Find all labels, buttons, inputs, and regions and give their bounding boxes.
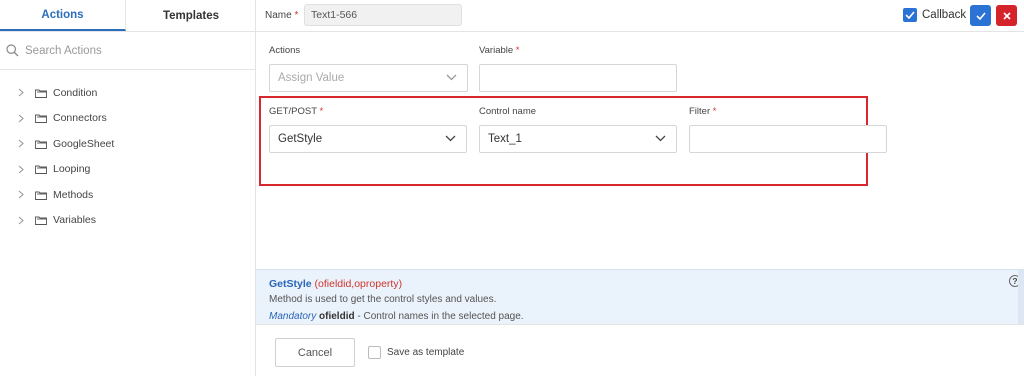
mandatory-param: ofieldid (319, 311, 355, 322)
close-icon (1002, 11, 1011, 20)
save-as-template-checkbox[interactable] (368, 346, 381, 359)
actions-select[interactable]: Assign Value (269, 64, 468, 92)
callback-checkbox[interactable] (903, 8, 917, 22)
chevron-right-icon[interactable] (18, 165, 28, 174)
mandatory-label: Mandatory (269, 311, 317, 322)
chevron-right-icon[interactable] (18, 114, 28, 123)
tree-item-variables[interactable]: Variables (0, 208, 255, 234)
help-panel: GetStyle (ofieldid,oproperty) Method is … (256, 269, 1024, 325)
get-post-label: GET/POST * (269, 106, 324, 117)
chevron-right-icon[interactable] (18, 216, 28, 225)
variable-label: Variable * (479, 45, 520, 56)
name-label: Name * (265, 10, 299, 21)
help-description: Method is used to get the control styles… (269, 294, 497, 305)
checkmark-icon (905, 11, 915, 19)
search-actions-input[interactable]: Search Actions (0, 32, 255, 70)
left-panel: Actions Templates Search Actions Conditi… (0, 0, 256, 376)
chevron-down-icon (446, 74, 457, 81)
tree-item-label: GoogleSheet (53, 137, 115, 150)
tree-item-label: Condition (53, 86, 98, 99)
tree-item-label: Looping (53, 163, 91, 176)
search-icon (6, 44, 19, 57)
mandatory-desc: - Control names in the selected page. (357, 311, 524, 322)
main-panel: Name * Text1-566 Callback Actions Assign… (256, 0, 1024, 376)
callback-label: Callback (922, 9, 967, 21)
chevron-right-icon[interactable] (18, 190, 28, 199)
folder-icon (35, 215, 47, 226)
variable-input[interactable] (479, 64, 677, 92)
help-params: (ofieldid,oproperty) (314, 278, 403, 290)
callback-toggle[interactable]: Callback (903, 8, 966, 22)
tree-item-label: Connectors (53, 112, 107, 125)
filter-input[interactable] (689, 125, 887, 153)
save-as-template-label: Save as template (387, 347, 465, 358)
folder-icon (35, 190, 47, 200)
actions-label: Actions (269, 45, 301, 56)
confirm-button[interactable] (970, 5, 991, 26)
tree-item-condition[interactable]: Condition (0, 80, 255, 106)
tree-item-label: Methods (53, 188, 94, 201)
chevron-right-icon[interactable] (18, 139, 28, 148)
control-name-select-value: Text_1 (488, 133, 522, 145)
save-as-template-toggle[interactable]: Save as template (368, 346, 464, 359)
name-input[interactable]: Text1-566 (304, 4, 462, 26)
name-bar: Name * Text1-566 Callback (256, 0, 1024, 32)
search-placeholder: Search Actions (25, 44, 102, 57)
folder-icon (35, 113, 47, 124)
required-asterisk: * (294, 10, 299, 21)
tree-item-connectors[interactable]: Connectors (0, 106, 255, 132)
tree-item-googlesheet[interactable]: GoogleSheet (0, 131, 255, 157)
filter-label: Filter * (689, 106, 717, 117)
footer: Cancel Save as template (256, 324, 1024, 376)
folder-icon (35, 164, 47, 175)
get-post-select[interactable]: GetStyle (269, 125, 467, 153)
tree-item-methods[interactable]: Methods (0, 182, 255, 208)
chevron-down-icon (445, 135, 456, 142)
tab-actions[interactable]: Actions (0, 0, 126, 31)
tree-item-label: Variables (53, 214, 96, 227)
control-name-select[interactable]: Text_1 (479, 125, 677, 153)
tree-item-looping[interactable]: Looping (0, 157, 255, 183)
sidebar-tabs: Actions Templates (0, 0, 255, 32)
action-tree: Condition Connectors GoogleSheet Looping… (0, 70, 255, 233)
chevron-right-icon[interactable] (18, 88, 28, 97)
help-title: GetStyle (ofieldid,oproperty) (269, 278, 402, 290)
close-button[interactable] (996, 5, 1017, 26)
help-function-name: GetStyle (269, 278, 312, 290)
cancel-button[interactable]: Cancel (275, 338, 355, 367)
checkmark-icon (975, 11, 986, 20)
tab-templates[interactable]: Templates (126, 0, 256, 31)
folder-icon (35, 139, 47, 149)
control-name-label: Control name (479, 106, 537, 117)
help-mandatory: Mandatory ofieldid - Control names in th… (269, 311, 524, 322)
help-scrollbar[interactable] (1018, 270, 1024, 325)
actions-select-value: Assign Value (278, 72, 345, 84)
chevron-down-icon (655, 135, 666, 142)
folder-icon (35, 88, 47, 98)
get-post-select-value: GetStyle (278, 133, 323, 145)
